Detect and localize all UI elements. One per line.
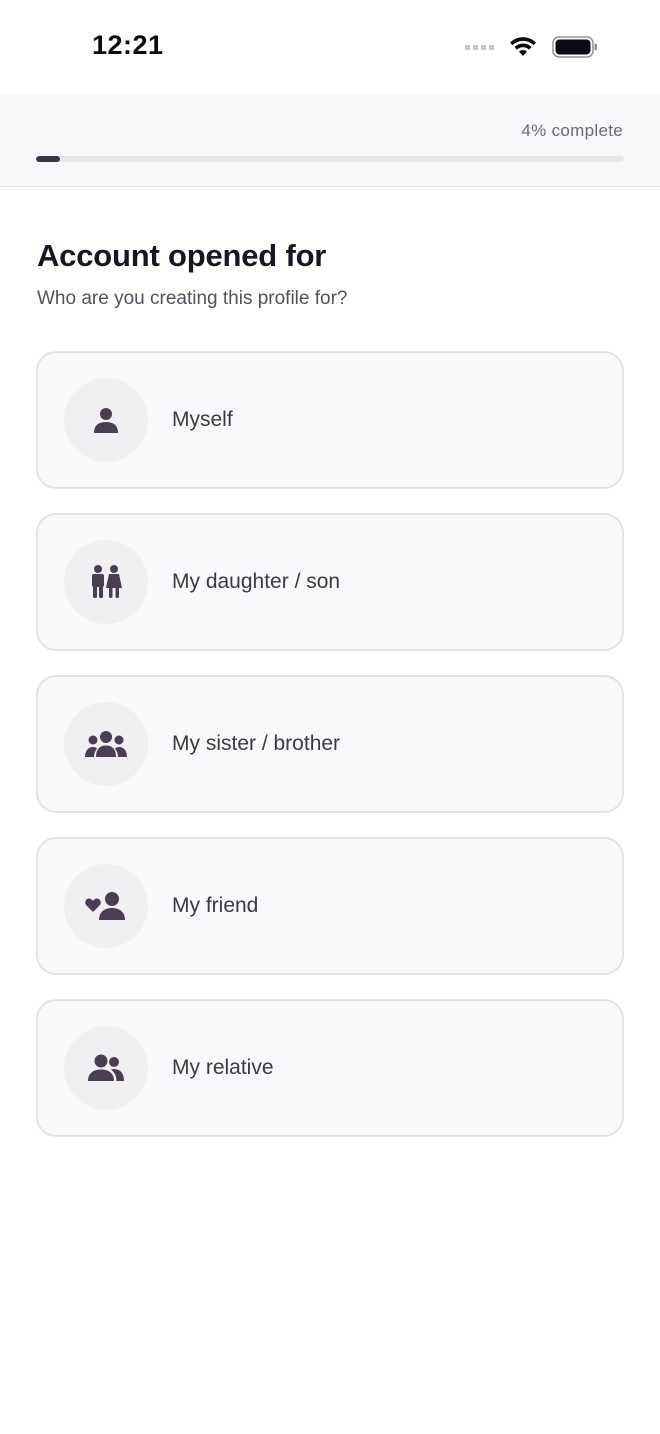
progress-label: 4% complete xyxy=(521,121,623,140)
option-label: My daughter / son xyxy=(172,570,341,593)
option-daughter-son[interactable]: My daughter / son xyxy=(36,513,624,651)
relatives-icon xyxy=(88,1054,124,1081)
page-title: Account opened for xyxy=(37,238,327,273)
option-myself[interactable]: Myself xyxy=(36,351,624,489)
status-time: 12:21 xyxy=(92,30,164,60)
progress-fill xyxy=(36,156,60,162)
option-list: Myself My daughter / son My sister / bro… xyxy=(36,351,624,1161)
option-label: Myself xyxy=(172,408,233,431)
cellular-signal-icon xyxy=(465,44,494,50)
children-icon xyxy=(92,565,122,598)
status-icons xyxy=(465,36,598,58)
wifi-icon xyxy=(510,37,536,56)
progress-track xyxy=(36,156,624,162)
option-relative[interactable]: My relative xyxy=(36,999,624,1137)
option-friend[interactable]: My friend xyxy=(36,837,624,975)
page-subtitle: Who are you creating this profile for? xyxy=(37,288,348,309)
option-label: My relative xyxy=(172,1056,274,1079)
person-icon xyxy=(94,408,118,433)
option-sister-brother[interactable]: My sister / brother xyxy=(36,675,624,813)
friend-heart-icon xyxy=(85,892,125,920)
option-label: My sister / brother xyxy=(172,732,341,755)
siblings-group-icon xyxy=(85,731,127,757)
status-bar: 12:21 xyxy=(0,0,660,94)
option-label: My friend xyxy=(172,894,259,917)
battery-icon xyxy=(552,36,597,58)
progress-section: 4% complete xyxy=(0,94,660,187)
